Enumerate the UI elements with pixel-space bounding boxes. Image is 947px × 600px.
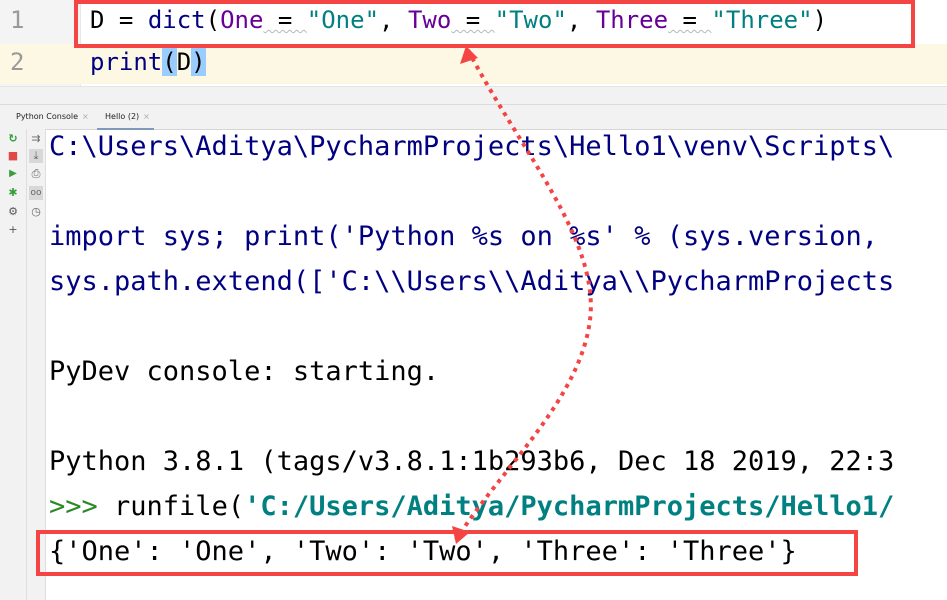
arrowhead-top (460, 46, 478, 64)
annotation-arrow (452, 46, 593, 544)
dotted-connector-line (454, 49, 593, 542)
arrowhead-bottom (452, 526, 470, 544)
